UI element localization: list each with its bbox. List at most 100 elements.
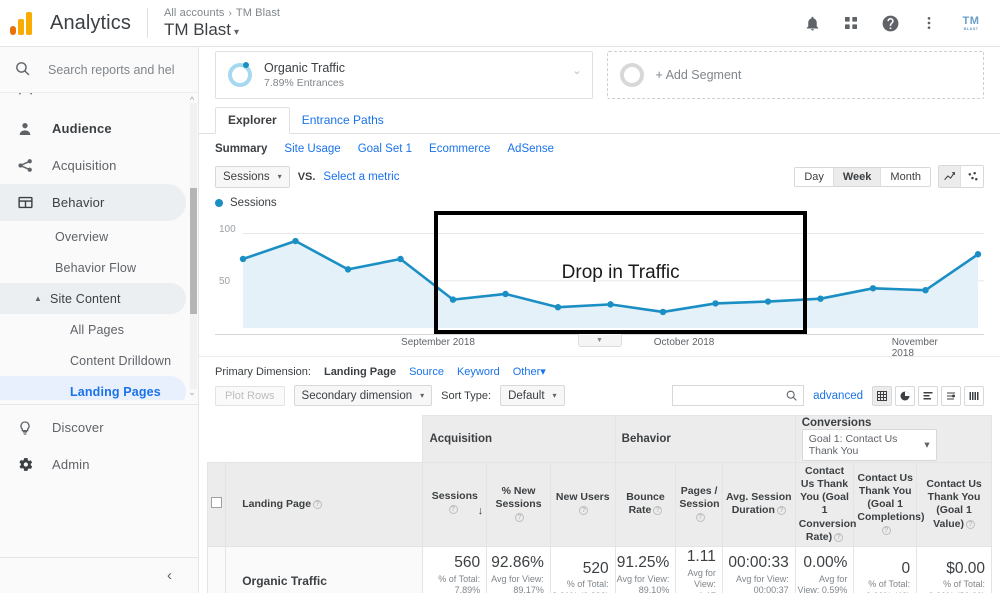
- primary-dimension-keyword[interactable]: Keyword: [457, 366, 500, 378]
- line-chart-icon[interactable]: [939, 166, 961, 187]
- sidebar-bottom-nav: Discover Admin: [0, 405, 198, 483]
- primary-dimension-other-label: Other: [512, 366, 541, 378]
- bar-view-icon[interactable]: [918, 385, 938, 406]
- sort-type-value: Default: [508, 389, 545, 402]
- segment-row: Organic Traffic 7.89% Entrances ⌄ + Add …: [199, 47, 1000, 101]
- sidebar-item-admin[interactable]: Admin: [0, 446, 186, 483]
- avatar[interactable]: TM BLAST: [958, 10, 984, 36]
- sidebar-item-acquisition[interactable]: Acquisition: [0, 147, 186, 184]
- account-selector[interactable]: All accounts › TM Blast TM Blast ▾: [164, 7, 280, 40]
- help-icon[interactable]: ?: [579, 506, 589, 516]
- scroll-up-icon[interactable]: ^: [186, 95, 198, 105]
- subtab-adsense[interactable]: AdSense: [507, 143, 554, 155]
- bell-icon[interactable]: [802, 13, 822, 33]
- scatter-chart-icon[interactable]: [961, 166, 983, 187]
- primary-dimension-source[interactable]: Source: [409, 366, 444, 378]
- column-header-goal1-conversion-rate[interactable]: Contact Us Thank You (Goal 1 Conversion …: [794, 462, 856, 547]
- help-icon[interactable]: ?: [834, 532, 844, 542]
- apps-grid-icon[interactable]: [841, 13, 861, 33]
- sidebar-item-realtime-partial[interactable]: [0, 93, 186, 110]
- secondary-dimension-selector[interactable]: Secondary dimension ▾: [293, 385, 433, 406]
- sidebar-item-content-drilldown[interactable]: Content Drilldown: [0, 345, 186, 376]
- column-header-new-users[interactable]: New Users?: [549, 462, 616, 547]
- help-icon[interactable]: ?: [966, 519, 975, 529]
- column-header-new-sessions-pct[interactable]: % New Sessions?: [486, 462, 551, 547]
- scroll-down-icon[interactable]: ⌄: [186, 387, 198, 398]
- chevron-down-icon[interactable]: ⌄: [572, 64, 581, 77]
- column-header-label: New Users: [555, 491, 610, 504]
- primary-dimension-other[interactable]: Other▾: [513, 365, 546, 378]
- help-icon[interactable]: ?: [448, 505, 458, 515]
- sidebar-item-site-content[interactable]: ▲ Site Content: [0, 283, 186, 314]
- help-icon[interactable]: ?: [313, 499, 323, 509]
- select-a-metric-link[interactable]: Select a metric: [323, 171, 399, 183]
- subtab-goal-set-1[interactable]: Goal Set 1: [358, 143, 412, 155]
- help-icon[interactable]: [880, 13, 900, 33]
- sidebar-item-label: Admin: [52, 457, 90, 472]
- sort-desc-icon[interactable]: ↓: [478, 505, 484, 519]
- tab-entrance-paths[interactable]: Entrance Paths: [290, 108, 396, 133]
- column-header-avg-session-duration[interactable]: Avg. Session Duration?: [721, 462, 796, 547]
- sidebar-item-landing-pages[interactable]: Landing Pages: [0, 376, 186, 400]
- granularity-day[interactable]: Day: [795, 167, 834, 186]
- sidebar-search[interactable]: [0, 47, 198, 93]
- subtab-ecommerce[interactable]: Ecommerce: [429, 143, 490, 155]
- account-name[interactable]: TM Blast ▾: [164, 20, 280, 40]
- sort-type-selector[interactable]: Default ▾: [500, 385, 565, 406]
- help-icon[interactable]: ?: [653, 506, 663, 516]
- advanced-link[interactable]: advanced: [813, 390, 863, 402]
- table-view-icon[interactable]: [872, 385, 892, 406]
- column-header-sessions[interactable]: Sessions? ↓: [422, 462, 488, 547]
- summary-subvalue: % of Total: 7.89% (7,102): [438, 573, 481, 593]
- segment-organic-traffic[interactable]: Organic Traffic 7.89% Entrances ⌄: [215, 51, 593, 99]
- subtab-site-usage[interactable]: Site Usage: [284, 143, 340, 155]
- comparison-view-icon[interactable]: [941, 385, 961, 406]
- summary-subvalue: % of Total: 8.21% (6,333): [552, 579, 609, 593]
- column-header-landing-page[interactable]: Landing Page?: [225, 462, 424, 547]
- chevron-down-icon: ▾: [924, 439, 930, 451]
- x-axis-tick-november: November 2018: [891, 337, 938, 359]
- breadcrumb-all-accounts[interactable]: All accounts: [164, 7, 225, 19]
- more-vert-icon[interactable]: [919, 13, 939, 33]
- add-segment-button[interactable]: + Add Segment: [606, 51, 984, 99]
- add-segment-label: + Add Segment: [655, 68, 742, 82]
- sidebar-collapse[interactable]: ‹: [0, 557, 198, 593]
- breadcrumb-account[interactable]: TM Blast: [236, 7, 280, 19]
- pie-view-icon[interactable]: [895, 385, 915, 406]
- column-header-goal1-value[interactable]: Contact Us Thank You (Goal 1 Value)?: [916, 462, 992, 547]
- primary-dimension-row: Primary Dimension: Landing Page Source K…: [199, 356, 1000, 378]
- sidebar-item-behavior[interactable]: Behavior: [0, 184, 186, 221]
- summary-cell-new-sessions-pct: 92.86% Avg for View: 89.17% (4.13%): [486, 545, 551, 593]
- help-icon[interactable]: ?: [881, 526, 891, 536]
- checkbox-icon[interactable]: [211, 496, 223, 508]
- top-bar-icons: TM BLAST: [802, 10, 984, 36]
- summary-value: 92.86%: [491, 553, 544, 571]
- sidebar-item-audience[interactable]: Audience: [0, 110, 186, 147]
- primary-dimension-current[interactable]: Landing Page: [324, 366, 396, 378]
- help-icon[interactable]: ?: [695, 512, 705, 522]
- plot-rows-button[interactable]: Plot Rows: [215, 385, 285, 406]
- help-icon[interactable]: ?: [776, 506, 786, 516]
- sidebar-item-all-pages[interactable]: All Pages: [0, 314, 186, 345]
- sidebar-item-behavior-flow[interactable]: Behavior Flow: [0, 252, 186, 283]
- pivot-view-icon[interactable]: [964, 385, 984, 406]
- goal-selector[interactable]: Goal 1: Contact Us Thank You ▾: [801, 429, 937, 461]
- tab-explorer[interactable]: Explorer: [215, 107, 290, 134]
- select-all-checkbox-header[interactable]: [206, 462, 227, 547]
- granularity-group: Day Week Month: [794, 166, 931, 187]
- granularity-month[interactable]: Month: [881, 167, 930, 186]
- column-header-pages-session[interactable]: Pages / Session?: [675, 462, 723, 547]
- metric-selector[interactable]: Sessions ▾: [215, 165, 290, 188]
- summary-subvalue: % of Total: 0.00% (42): [866, 579, 911, 593]
- search-input[interactable]: [46, 61, 176, 78]
- sidebar-item-overview[interactable]: Overview: [0, 221, 186, 252]
- column-header-goal1-completions[interactable]: Contact Us Thank You (Goal 1 Completions…: [853, 462, 924, 547]
- sidebar-scrollbar-thumb[interactable]: [190, 188, 197, 314]
- subtab-summary[interactable]: Summary: [215, 143, 267, 155]
- help-icon[interactable]: ?: [515, 512, 525, 522]
- granularity-week[interactable]: Week: [833, 167, 882, 186]
- chart-expand-toggle[interactable]: ▼: [577, 334, 622, 347]
- sidebar-item-discover[interactable]: Discover: [0, 409, 186, 446]
- column-header-bounce-rate[interactable]: Bounce Rate?: [614, 462, 677, 547]
- table-search-input[interactable]: [672, 385, 805, 406]
